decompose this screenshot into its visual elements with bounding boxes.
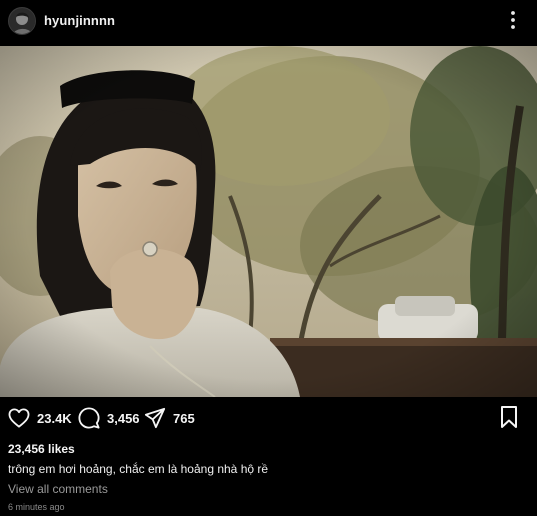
post-photo[interactable] (0, 46, 537, 397)
action-bar: 23.4K 3,456 765 (0, 403, 537, 433)
likes-count: 23.4K (37, 410, 72, 426)
post-caption: trông em hơi hoảng, chắc em là hoảng nhà… (8, 462, 269, 476)
username[interactable]: hyunjinnnn (44, 13, 115, 28)
view-all-comments-link[interactable]: View all comments (8, 482, 108, 496)
post-header: hyunjinnnn (0, 0, 537, 44)
more-options-icon[interactable] (503, 9, 523, 31)
likes-label[interactable]: 23,456 likes (8, 442, 75, 456)
post-timestamp: 6 minutes ago (8, 502, 65, 512)
share-button[interactable]: 765 (144, 403, 195, 433)
comment-button[interactable]: 3,456 (78, 403, 140, 433)
bookmark-icon[interactable] (498, 405, 520, 429)
like-button[interactable]: 23.4K (8, 403, 72, 433)
comments-count: 3,456 (107, 410, 140, 426)
comment-bubble-icon (78, 407, 100, 429)
send-icon (144, 407, 166, 429)
heart-icon (8, 408, 30, 428)
avatar[interactable] (8, 7, 36, 35)
shares-count: 765 (173, 410, 195, 426)
